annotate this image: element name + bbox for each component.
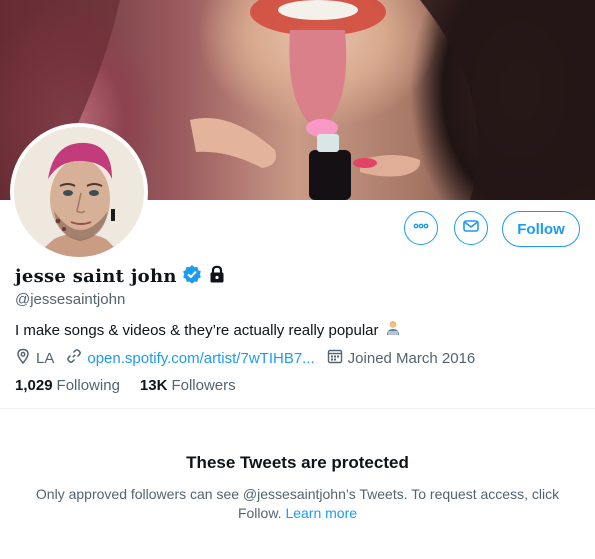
followers-label: Followers [171,377,236,394]
protected-message: Only approved followers can see @jessesa… [20,485,575,523]
more-icon [412,217,430,240]
protected-title: These Tweets are protected [186,453,409,472]
profile-stats: 1,029 Following 13K Followers [15,377,256,394]
display-name: jesse saint john [15,266,177,287]
message-button[interactable] [454,211,488,245]
following-label: Following [56,377,120,394]
profile-handle: @jessesaintjohn [15,291,126,308]
bio-text: I make songs & videos & they’re actually… [15,321,379,339]
website[interactable]: open.spotify.com/artist/7wTIHB7... [66,348,315,368]
link-icon [66,348,82,368]
followers-count: 13K [139,377,168,394]
profile-meta: LA open.spotify.com/artist/7wTIHB7... Jo… [15,348,487,368]
join-date-text: Joined March 2016 [347,349,476,367]
man-technologist-emoji-icon [384,319,402,341]
location-text: LA [36,349,55,367]
location-pin-icon [15,348,31,368]
profile-bio: I make songs & videos & they’re actually… [15,319,402,341]
avatar-image [14,127,144,257]
location: LA [15,348,54,368]
message-icon [462,217,480,240]
profile-name-row: jesse saint john [15,264,227,289]
followers-stat[interactable]: 13K Followers [140,377,236,394]
calendar-icon [327,348,343,368]
learn-more-link[interactable]: Learn more [285,505,357,521]
website-link[interactable]: open.spotify.com/artist/7wTIHB7... [87,350,314,367]
lock-icon [207,264,227,289]
avatar[interactable] [10,123,148,261]
divider [0,408,595,409]
following-stat[interactable]: 1,029 Following [15,377,120,394]
following-count: 1,029 [15,377,53,394]
join-date: Joined March 2016 [327,348,476,368]
more-button[interactable] [404,211,438,245]
follow-button[interactable]: Follow [502,211,580,247]
verified-badge-icon [182,264,202,289]
